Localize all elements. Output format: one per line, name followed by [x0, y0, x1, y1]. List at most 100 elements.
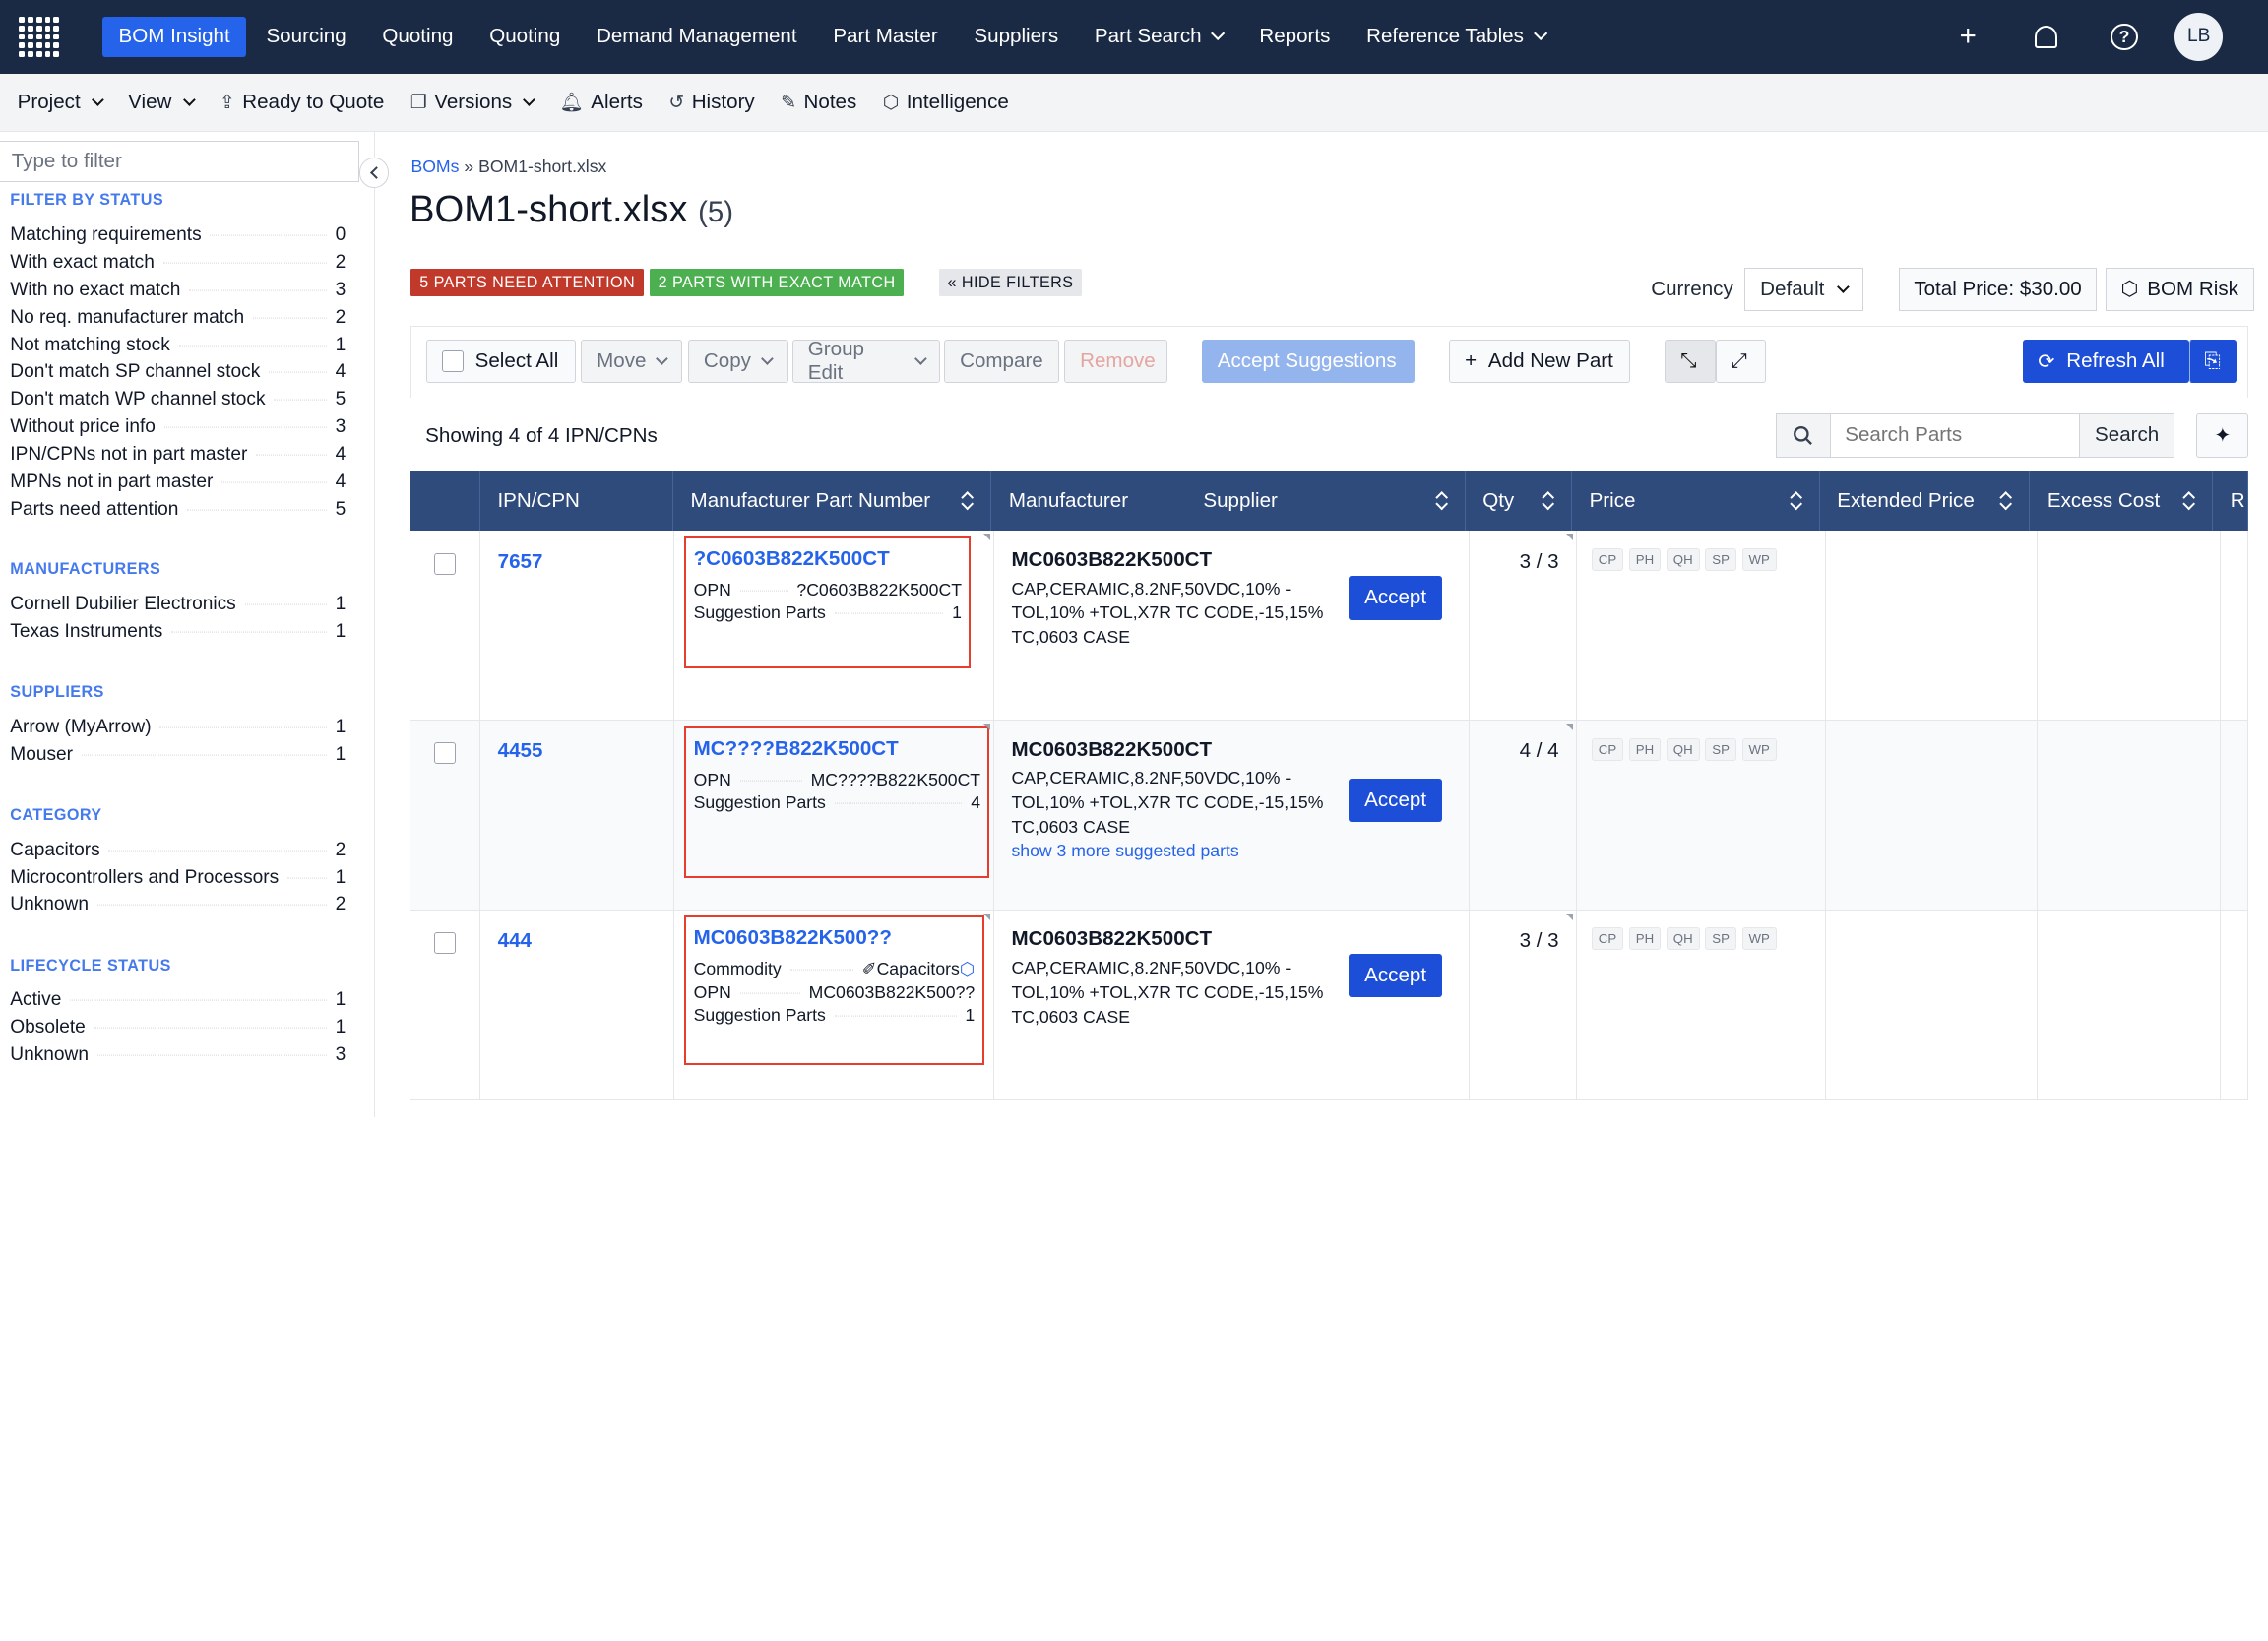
mpn-link[interactable]: MC0603B822K500?? — [694, 926, 982, 950]
select-all-button[interactable]: Select All — [426, 339, 576, 384]
nav-item-part-search[interactable]: Part Search — [1079, 17, 1239, 58]
nav-item-demand-management[interactable]: Demand Management — [581, 17, 813, 58]
nav-item-reports[interactable]: Reports — [1243, 17, 1346, 58]
intelligence-button[interactable]: ⬡ Intelligence — [883, 91, 1009, 114]
mpn-link[interactable]: ?C0603B822K500CT — [694, 547, 970, 571]
column-header-extended-price[interactable]: Extended Price — [1820, 470, 2031, 532]
add-new-part-button[interactable]: + Add New Part — [1449, 339, 1631, 384]
nav-item-bom-insight[interactable]: BOM Insight — [102, 16, 246, 58]
copy-button[interactable]: Copy — [688, 339, 788, 384]
hide-filters-button[interactable]: « HIDE FILTERS — [938, 269, 1083, 297]
column-header-manufacturer[interactable]: Manufacturer — [991, 471, 1186, 532]
accept-button[interactable]: Accept — [1348, 778, 1443, 823]
filter-option[interactable]: IPN/CPNs not in part master 4 — [10, 444, 346, 472]
filter-option[interactable]: Mouser 1 — [10, 744, 346, 772]
filter-option[interactable]: Unknown 2 — [10, 894, 346, 921]
expand-view-icon[interactable]: ⤢ — [1715, 339, 1767, 384]
filter-option[interactable]: Matching requirements 0 — [10, 224, 346, 252]
exact-match-badge[interactable]: 2 PARTS WITH EXACT MATCH — [649, 269, 905, 297]
filter-option[interactable]: Cornell Dubilier Electronics 1 — [10, 594, 346, 621]
filter-option[interactable]: Not matching stock 1 — [10, 335, 346, 362]
price-chip-wp[interactable]: WP — [1741, 548, 1777, 571]
attention-badge[interactable]: 5 PARTS NEED ATTENTION — [410, 269, 644, 297]
help-icon[interactable]: ? — [2085, 23, 2163, 51]
price-chip-cp[interactable]: CP — [1591, 927, 1624, 951]
move-button[interactable]: Move — [581, 339, 683, 384]
collapse-sidebar-button[interactable] — [358, 158, 390, 189]
sort-icon[interactable] — [1543, 492, 1554, 510]
filter-option[interactable]: MPNs not in part master 4 — [10, 472, 346, 499]
filter-option[interactable]: Capacitors 2 — [10, 840, 346, 867]
notes-button[interactable]: ✎ Notes — [781, 91, 856, 114]
filter-option[interactable]: Texas Instruments 1 — [10, 621, 346, 649]
column-header-r[interactable]: R — [2213, 470, 2249, 532]
plus-icon[interactable]: + — [1929, 20, 2007, 53]
select-all-checkbox[interactable] — [441, 349, 464, 373]
column-header-price[interactable]: Price — [1572, 470, 1820, 532]
column-header-supplier[interactable]: Supplier — [1186, 470, 1466, 532]
export-icon[interactable]: ⎘ — [2188, 339, 2237, 384]
sort-icon[interactable] — [2000, 492, 2012, 510]
remove-button[interactable]: Remove — [1064, 339, 1167, 384]
compact-view-icon[interactable]: ⤡ — [1665, 339, 1716, 384]
nav-item-suppliers[interactable]: Suppliers — [958, 17, 1074, 58]
row-checkbox[interactable] — [433, 742, 457, 765]
ipn-link[interactable]: 4455 — [480, 721, 673, 782]
mpn-link[interactable]: MC????B822K500CT — [694, 737, 988, 761]
accept-suggestions-button[interactable]: Accept Suggestions — [1202, 339, 1416, 384]
filter-option[interactable]: Unknown 3 — [10, 1044, 346, 1072]
search-parts-input[interactable] — [1830, 413, 2080, 458]
row-checkbox[interactable] — [433, 931, 457, 954]
versions-menu[interactable]: ❐ Versions — [410, 91, 536, 114]
show-more-suggestions-link[interactable]: show 3 more suggested parts — [1011, 841, 1329, 861]
accept-button[interactable]: Accept — [1348, 576, 1443, 620]
filter-option[interactable]: Arrow (MyArrow) 1 — [10, 717, 346, 744]
filter-option[interactable]: Parts need attention 5 — [10, 499, 346, 527]
filter-option[interactable]: Active 1 — [10, 989, 346, 1017]
accept-button[interactable]: Accept — [1348, 953, 1443, 998]
price-chip-ph[interactable]: PH — [1628, 548, 1662, 571]
filter-input[interactable] — [0, 140, 359, 183]
filter-option[interactable]: Obsolete 1 — [10, 1017, 346, 1044]
sort-icon[interactable] — [1790, 492, 1801, 510]
price-chip-sp[interactable]: SP — [1705, 927, 1736, 951]
price-chip-ph[interactable]: PH — [1628, 927, 1662, 951]
row-checkbox[interactable] — [433, 552, 457, 575]
price-chip-sp[interactable]: SP — [1705, 548, 1736, 571]
filter-option[interactable]: No req. manufacturer match 2 — [10, 307, 346, 335]
price-chip-qh[interactable]: QH — [1666, 737, 1700, 761]
nav-item-quoting[interactable]: Quoting — [473, 17, 576, 58]
ai-sparkle-icon[interactable]: ✦ — [2196, 413, 2249, 458]
view-menu[interactable]: View — [128, 91, 196, 114]
project-menu[interactable]: Project — [18, 91, 104, 114]
price-chip-qh[interactable]: QH — [1666, 927, 1700, 951]
price-chip-sp[interactable]: SP — [1705, 737, 1736, 761]
user-avatar[interactable]: LB — [2174, 13, 2223, 61]
compare-button[interactable]: Compare — [944, 339, 1059, 384]
search-button[interactable]: Search — [2079, 413, 2174, 458]
nav-item-part-master[interactable]: Part Master — [817, 17, 954, 58]
column-header-qty[interactable]: Qty — [1466, 470, 1572, 532]
price-chip-wp[interactable]: WP — [1741, 737, 1777, 761]
price-chip-cp[interactable]: CP — [1591, 737, 1624, 761]
app-logo-icon[interactable] — [16, 14, 62, 60]
sort-icon[interactable] — [2183, 492, 2195, 510]
filter-option[interactable]: Microcontrollers and Processors 1 — [10, 867, 346, 895]
bom-risk-button[interactable]: ⬡ BOM Risk — [2105, 267, 2254, 312]
filter-option[interactable]: Don't match SP channel stock 4 — [10, 361, 346, 389]
nav-item-quoting[interactable]: Quoting — [366, 17, 469, 58]
filter-option[interactable]: With exact match 2 — [10, 252, 346, 280]
alerts-button[interactable]: 🔔︎ Alerts — [560, 91, 643, 114]
notification-bell-icon[interactable] — [2007, 25, 2085, 49]
ipn-link[interactable]: 444 — [480, 911, 673, 972]
ready-to-quote-button[interactable]: ⇪ Ready to Quote — [220, 91, 385, 114]
pencil-icon[interactable]: ✐ — [862, 959, 877, 979]
refresh-all-button[interactable]: ⟳ Refresh All — [2022, 339, 2189, 384]
filter-option[interactable]: With no exact match 3 — [10, 280, 346, 307]
nav-item-reference-tables[interactable]: Reference Tables — [1351, 17, 1561, 58]
sort-icon[interactable] — [962, 492, 974, 510]
ipn-link[interactable]: 7657 — [480, 531, 673, 592]
group-edit-button[interactable]: Group Edit — [792, 338, 941, 384]
column-header-manufacturer-part-number[interactable]: Manufacturer Part Number — [673, 470, 992, 532]
nav-item-sourcing[interactable]: Sourcing — [250, 17, 362, 58]
